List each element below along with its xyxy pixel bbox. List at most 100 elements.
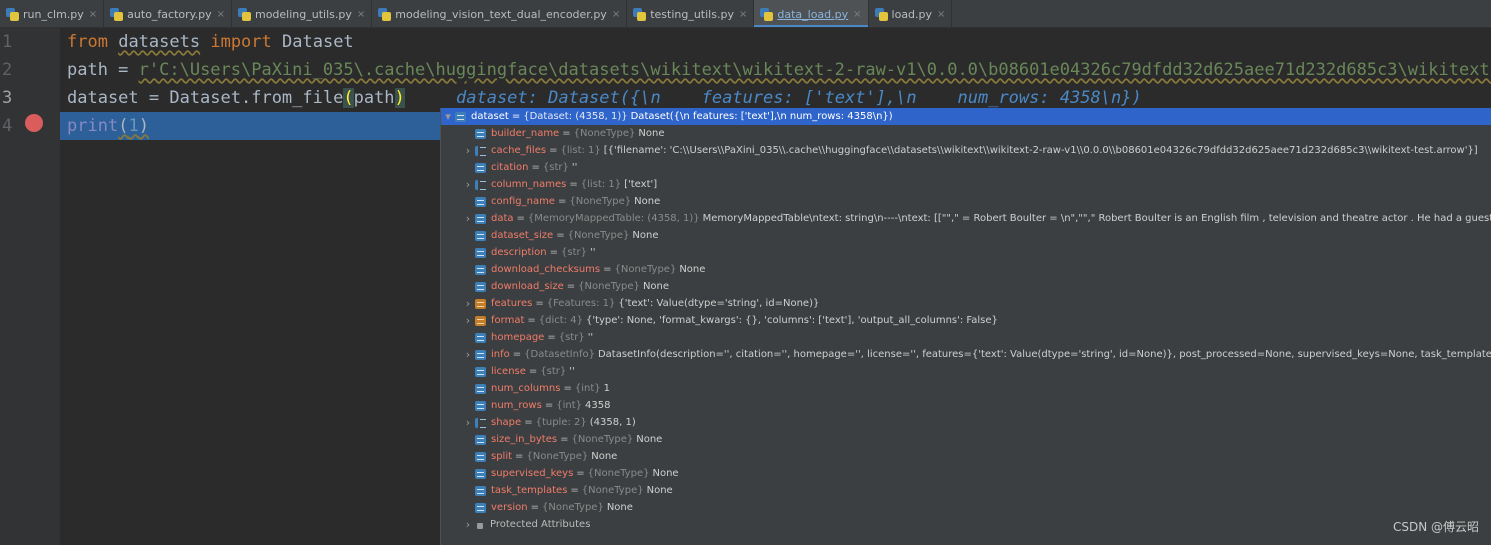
dict-icon — [475, 315, 486, 326]
tree-row-size_in_bytes[interactable]: size_in_bytes = {NoneType} None — [441, 431, 1491, 448]
tree-row-num_columns[interactable]: num_columns = {int} 1 — [441, 380, 1491, 397]
equals-sign: = — [515, 451, 524, 462]
var-type: {NoneType} — [581, 485, 644, 496]
close-icon[interactable]: × — [853, 9, 861, 20]
var-value: None — [679, 264, 706, 275]
var-value: None — [646, 485, 673, 496]
tree-row-format[interactable]: › format = {dict: 4} {'type': None, 'format_… — [441, 312, 1491, 329]
tree-row-dataset[interactable]: ▾ dataset = {Dataset: (4358, 1)} Dataset… — [441, 108, 1491, 125]
tab-label: data_load.py — [777, 7, 849, 21]
tree-row-column_names[interactable]: › column_names = {list: 1} ['text'] — [441, 176, 1491, 193]
var-value: [{'filename': 'C:\\Users\\PaXini_035\\.c… — [603, 145, 1478, 156]
tree-row-homepage[interactable]: homepage = {str} '' — [441, 329, 1491, 346]
var-value: {'text': Value(dtype='string', id=None)} — [618, 298, 820, 309]
close-paren: ) — [138, 116, 149, 136]
expand-arrow-icon[interactable]: › — [461, 518, 475, 531]
editor-tab[interactable]: modeling_utils.py × — [232, 0, 373, 27]
var-name: supervised_keys — [491, 468, 574, 479]
editor-tab[interactable]: data_load.py × — [754, 0, 869, 27]
tree-row-cache_files[interactable]: › cache_files = {list: 1} [{'filename': 'C:\… — [441, 142, 1491, 159]
path-string: r'C:\Users\PaXini_035\.cache\huggingface… — [138, 60, 1491, 80]
tree-row-task_templates[interactable]: task_templates = {NoneType} None — [441, 482, 1491, 499]
tree-row-shape[interactable]: › shape = {tuple: 2} (4358, 1) — [441, 414, 1491, 431]
tree-row-download_size[interactable]: download_size = {NoneType} None — [441, 278, 1491, 295]
variable-icon — [475, 162, 486, 173]
close-icon[interactable]: × — [89, 9, 97, 20]
equals-sign: = — [512, 349, 522, 360]
var-type: {Dataset: (4358, 1)} — [523, 111, 628, 122]
breakpoint-icon[interactable] — [25, 114, 43, 132]
tree-row-supervised_keys[interactable]: supervised_keys = {NoneType} None — [441, 465, 1491, 482]
tree-row-info[interactable]: › info = {DatasetInfo} DatasetInfo(descripti… — [441, 346, 1491, 363]
var-type: {dict: 4} — [538, 315, 583, 326]
variable-icon — [475, 502, 486, 513]
tree-row-builder_name[interactable]: builder_name = {NoneType} None — [441, 125, 1491, 142]
open-paren: ( — [343, 88, 354, 108]
python-file-icon — [874, 7, 888, 21]
var-value: 1 — [603, 383, 610, 394]
line-number: 2 — [2, 60, 13, 80]
expand-arrow-icon[interactable]: › — [461, 212, 475, 225]
var-type: {int} — [574, 383, 601, 394]
tree-row-version[interactable]: version = {NoneType} None — [441, 499, 1491, 516]
expand-arrow-icon[interactable]: › — [461, 297, 475, 310]
close-icon[interactable]: × — [612, 9, 620, 20]
variable-icon — [475, 332, 486, 343]
editor-tab[interactable]: modeling_vision_text_dual_encoder.py × — [372, 0, 628, 27]
tree-row-features[interactable]: › features = {Features: 1} {'text': Value(dt… — [441, 295, 1491, 312]
editor-tab[interactable]: testing_utils.py × — [627, 0, 755, 27]
equals-sign: = — [511, 111, 521, 122]
editor-tab[interactable]: load.py × — [869, 0, 953, 27]
close-paren: ) — [394, 88, 405, 108]
tree-row-license[interactable]: license = {str} '' — [441, 363, 1491, 380]
collapse-arrow-icon[interactable]: ▾ — [441, 110, 455, 123]
python-file-icon — [6, 7, 19, 21]
var-type: {NoneType} — [526, 451, 589, 462]
editor-tab[interactable]: auto_factory.py × — [104, 0, 232, 27]
close-icon[interactable]: × — [937, 9, 945, 20]
equals-sign: = — [569, 179, 578, 190]
var-name: dataset_size — [491, 230, 554, 241]
tree-row-num_rows[interactable]: num_rows = {int} 4358 — [441, 397, 1491, 414]
equals-sign: = — [563, 383, 572, 394]
tree-row-protected-attributes[interactable]: › Protected Attributes — [441, 516, 1491, 533]
code-line-4-current[interactable]: print(1) — [60, 112, 440, 140]
code-line-1[interactable]: from datasets import Dataset — [60, 28, 1491, 56]
var-name: builder_name — [491, 128, 560, 139]
var-name: config_name — [491, 196, 555, 207]
variable-icon — [455, 111, 466, 122]
variable-icon — [475, 366, 486, 377]
number-literal: 1 — [128, 116, 139, 136]
variable-icon — [475, 264, 486, 275]
close-icon[interactable]: × — [217, 9, 225, 20]
var-value: Dataset({\n features: ['text'],\n num_ro… — [630, 111, 893, 122]
code-line-2[interactable]: path = r'C:\Users\PaXini_035\.cache\hugg… — [60, 56, 1491, 84]
tree-row-split[interactable]: split = {NoneType} None — [441, 448, 1491, 465]
assignment-lhs: path = — [67, 60, 139, 80]
tree-row-download_checksums[interactable]: download_checksums = {NoneType} None — [441, 261, 1491, 278]
expand-arrow-icon[interactable]: › — [461, 178, 475, 191]
var-name: format — [491, 315, 525, 326]
var-type: {list: 1} — [560, 145, 601, 156]
close-icon[interactable]: × — [739, 9, 747, 20]
line-number-gutter[interactable]: 1 2 3 4 — [0, 28, 60, 545]
expand-arrow-icon[interactable]: › — [461, 416, 475, 429]
imported-name: Dataset — [282, 32, 354, 52]
var-name: size_in_bytes — [491, 434, 558, 445]
debug-variables-popup[interactable]: ▾ dataset = {Dataset: (4358, 1)} Dataset… — [440, 108, 1491, 545]
watermark: CSDN @傅云昭 — [1392, 520, 1479, 534]
expand-arrow-icon[interactable]: › — [461, 144, 475, 157]
lock-icon — [475, 520, 485, 530]
tree-row-dataset_size[interactable]: dataset_size = {NoneType} None — [441, 227, 1491, 244]
var-type: {Features: 1} — [546, 298, 616, 309]
tree-row-config_name[interactable]: config_name = {NoneType} None — [441, 193, 1491, 210]
expand-arrow-icon[interactable]: › — [461, 348, 475, 361]
tree-row-citation[interactable]: citation = {str} '' — [441, 159, 1491, 176]
close-icon[interactable]: × — [357, 9, 365, 20]
tree-row-data[interactable]: › data = {MemoryMappedTable: (4358, 1)} Memo… — [441, 210, 1491, 227]
var-value: DatasetInfo(description='', citation='',… — [597, 349, 1491, 360]
editor-tab[interactable]: run_clm.py × — [0, 0, 105, 27]
expand-arrow-icon[interactable]: › — [461, 314, 475, 327]
tab-label: modeling_utils.py — [254, 7, 352, 21]
tree-row-description[interactable]: description = {str} '' — [441, 244, 1491, 261]
